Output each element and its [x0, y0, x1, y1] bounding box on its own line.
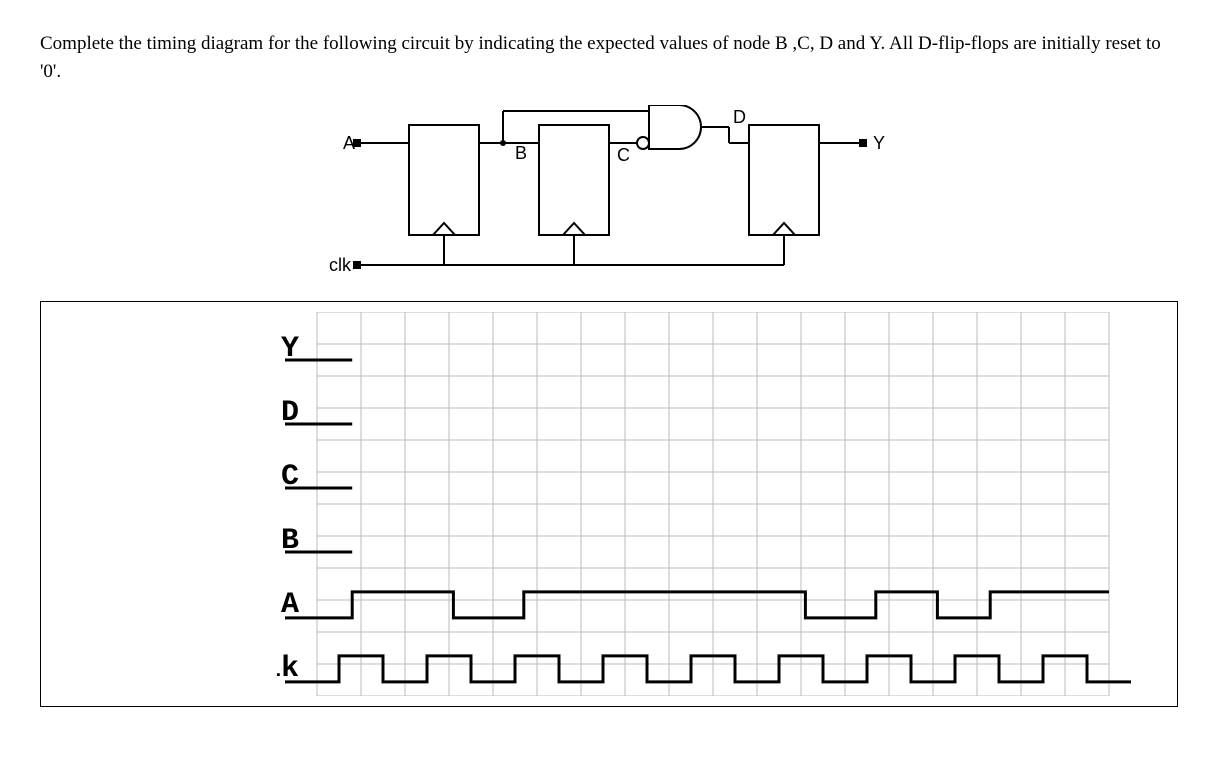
circuit-diagram: A B C D Y clk [40, 105, 1178, 285]
label-A: A [343, 133, 355, 153]
label-C: C [617, 145, 630, 165]
label-clk: clk [329, 255, 352, 275]
label-D: D [733, 107, 746, 127]
wave-clk [285, 656, 1131, 682]
wave-A [285, 592, 1109, 618]
timing-diagram: YDCBAclk [40, 301, 1178, 707]
label-Y: Y [873, 133, 885, 153]
label-B: B [515, 143, 527, 163]
question-text: Complete the timing diagram for the foll… [40, 30, 1178, 85]
